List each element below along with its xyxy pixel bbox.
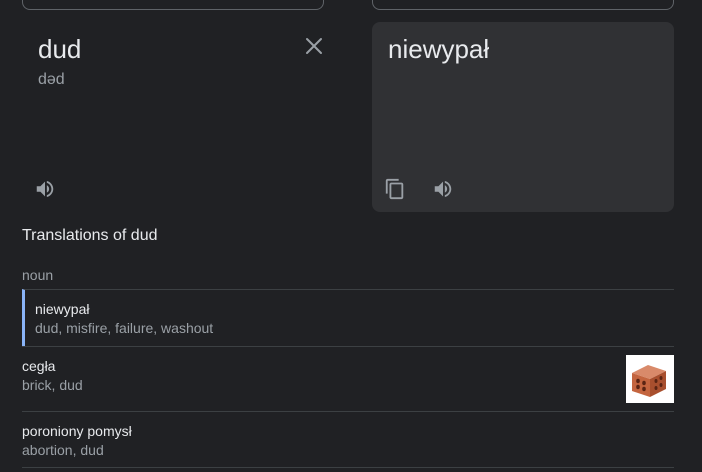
speaker-icon (36, 180, 54, 198)
target-panel: niewypał (372, 22, 674, 212)
translations-list: niewypał dud, misfire, failure, washout … (22, 289, 674, 468)
source-text[interactable]: dud (38, 34, 81, 65)
target-output-frame (372, 0, 674, 10)
translations-heading: Translations of dud (22, 227, 158, 244)
brick-image[interactable] (626, 355, 674, 403)
part-of-speech-label: noun (22, 267, 54, 283)
translation-row[interactable]: niewypał dud, misfire, failure, washout (22, 289, 674, 346)
copy-icon (385, 178, 404, 200)
copy-translation-button[interactable] (383, 177, 407, 201)
close-icon (306, 38, 322, 54)
translation-word: niewypał (35, 301, 90, 317)
listen-target-button[interactable] (431, 177, 455, 201)
translation-word: poroniony pomysł (22, 423, 132, 439)
translation-synonyms: brick, dud (22, 377, 83, 393)
translation-synonyms: abortion, dud (22, 442, 104, 458)
target-text: niewypał (388, 34, 490, 64)
clear-source-button[interactable] (302, 34, 326, 58)
source-input-frame (22, 0, 324, 10)
translation-synonyms: dud, misfire, failure, washout (35, 320, 214, 336)
translation-row[interactable]: poroniony pomysł abortion, dud (22, 411, 674, 468)
speaker-icon (434, 180, 452, 198)
source-phonetic: dəd (38, 71, 65, 88)
listen-source-button[interactable] (33, 177, 57, 201)
translation-word: cegła (22, 358, 56, 374)
source-panel: dud dəd (22, 22, 336, 212)
translation-row[interactable]: cegła brick, dud (22, 346, 674, 411)
